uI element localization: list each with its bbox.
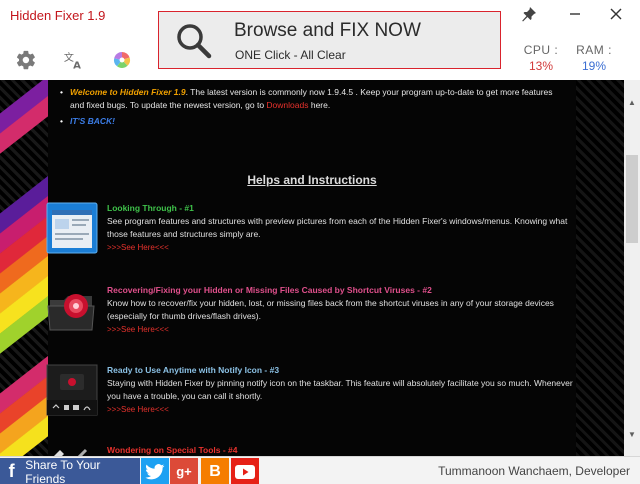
facebook-share-button[interactable]: f Share To Your Friends [0, 458, 140, 484]
see-here-link[interactable]: >>>See Here<<< [107, 403, 575, 416]
help-title: Recovering/Fixing your Hidden or Missing… [107, 285, 432, 295]
search-icon [175, 22, 213, 65]
ram-stat: RAM : 19% [570, 43, 618, 73]
help-item-special-tools: Wondering on Special Tools - #4 [46, 444, 576, 456]
cpu-stat: CPU : 13% [517, 43, 565, 73]
help-title: Wondering on Special Tools - #4 [107, 445, 238, 455]
ram-label: RAM : [576, 43, 612, 57]
share-label: Share To Your Friends [25, 457, 101, 484]
helps-heading: Helps and Instructions [247, 173, 377, 187]
pin-icon[interactable] [519, 4, 539, 24]
help-item-looking-through: Looking Through - #1 See program feature… [46, 202, 576, 262]
app-title: Hidden Fixer 1.9 [10, 8, 106, 23]
notice-section: • Welcome to Hidden Fixer 1.9. The lates… [60, 86, 560, 128]
scroll-up-icon[interactable]: ▲ [624, 94, 640, 110]
its-back-text: IT'S BACK! [70, 116, 115, 126]
content-area: • Welcome to Hidden Fixer 1.9. The lates… [0, 80, 624, 456]
svg-text:A: A [73, 60, 81, 71]
facebook-icon: f [8, 461, 15, 481]
right-background-pattern [576, 80, 624, 456]
scroll-thumb[interactable] [626, 155, 638, 243]
help-description: Staying with Hidden Fixer by pinning not… [107, 378, 573, 401]
youtube-icon[interactable] [231, 458, 259, 484]
fix-button-sublabel: ONE Click - All Clear [235, 48, 346, 62]
folder-icon [46, 284, 98, 336]
downloads-link[interactable]: Downloads [266, 100, 308, 110]
twitter-icon[interactable] [141, 458, 169, 484]
taskbar-notify-icon [46, 364, 98, 416]
help-title: Ready to Use Anytime with Notify Icon - … [107, 365, 280, 375]
vertical-scrollbar[interactable]: ▲ ▼ [624, 80, 640, 456]
help-description: Know how to recover/fix your hidden, los… [107, 298, 554, 321]
see-here-link[interactable]: >>>See Here<<< [107, 241, 575, 254]
browse-fix-button[interactable]: Browse and FIX NOW ONE Click - All Clear [158, 11, 501, 69]
scroll-down-icon[interactable]: ▼ [624, 426, 640, 442]
welcome-text: Welcome to Hidden Fixer 1.9 [70, 87, 186, 97]
gear-icon[interactable] [14, 48, 38, 72]
help-title: Looking Through - #1 [107, 203, 194, 213]
translate-icon[interactable]: 文 A [62, 48, 86, 72]
notice-text-end: here. [308, 100, 331, 110]
google-plus-icon[interactable]: g+ [170, 458, 198, 484]
footer-bar: f Share To Your Friends g+ B Tummanoon W… [0, 456, 640, 484]
help-item-recovering: Recovering/Fixing your Hidden or Missing… [46, 284, 576, 344]
ram-value: 19% [581, 59, 607, 73]
app-header: Hidden Fixer 1.9 文 A Browse and FIX NOW [0, 0, 640, 80]
cpu-value: 13% [528, 59, 554, 73]
window-preview-icon [46, 202, 98, 254]
help-description: See program features and structures with… [107, 216, 568, 239]
developer-credit: Tummanoon Wanchaem, Developer [438, 464, 630, 478]
tools-icon [46, 444, 98, 456]
fix-button-label: Browse and FIX NOW [234, 20, 421, 41]
color-wheel-icon[interactable] [110, 48, 134, 72]
minimize-icon[interactable] [565, 4, 585, 24]
rainbow-stripes [0, 80, 50, 456]
see-here-link[interactable]: >>>See Here<<< [107, 323, 575, 336]
close-icon[interactable] [606, 4, 626, 24]
blogger-icon[interactable]: B [201, 458, 229, 484]
help-item-notify-icon: Ready to Use Anytime with Notify Icon - … [46, 364, 576, 424]
cpu-label: CPU : [523, 43, 559, 57]
